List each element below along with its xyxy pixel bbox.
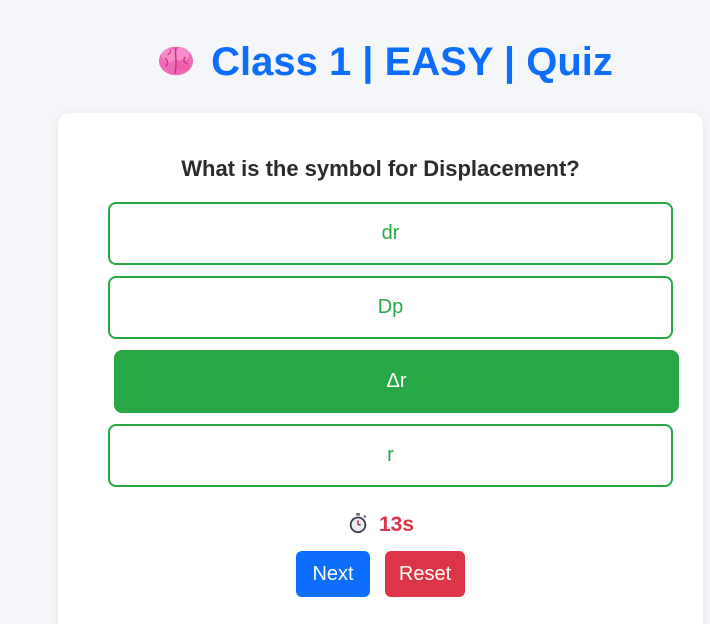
timer-value: 13s xyxy=(378,513,415,536)
brain-icon xyxy=(158,46,194,76)
page-title: Class 1 | EASY | Quiz xyxy=(0,38,710,86)
next-button[interactable]: Next xyxy=(296,551,370,597)
timer: 13s xyxy=(58,512,703,538)
answer-option[interactable]: dr xyxy=(108,202,673,265)
title-text: Class 1 | EASY | Quiz xyxy=(211,40,613,84)
answer-option-selected[interactable]: Δr xyxy=(114,350,679,413)
stopwatch-icon xyxy=(349,512,367,534)
quiz-page: Class 1 | EASY | Quiz What is the symbol… xyxy=(0,0,710,624)
answer-option[interactable]: r xyxy=(108,424,673,487)
reset-button[interactable]: Reset xyxy=(385,551,465,597)
question-text: What is the symbol for Displacement? xyxy=(181,156,580,181)
answer-option[interactable]: Dp xyxy=(108,276,673,339)
